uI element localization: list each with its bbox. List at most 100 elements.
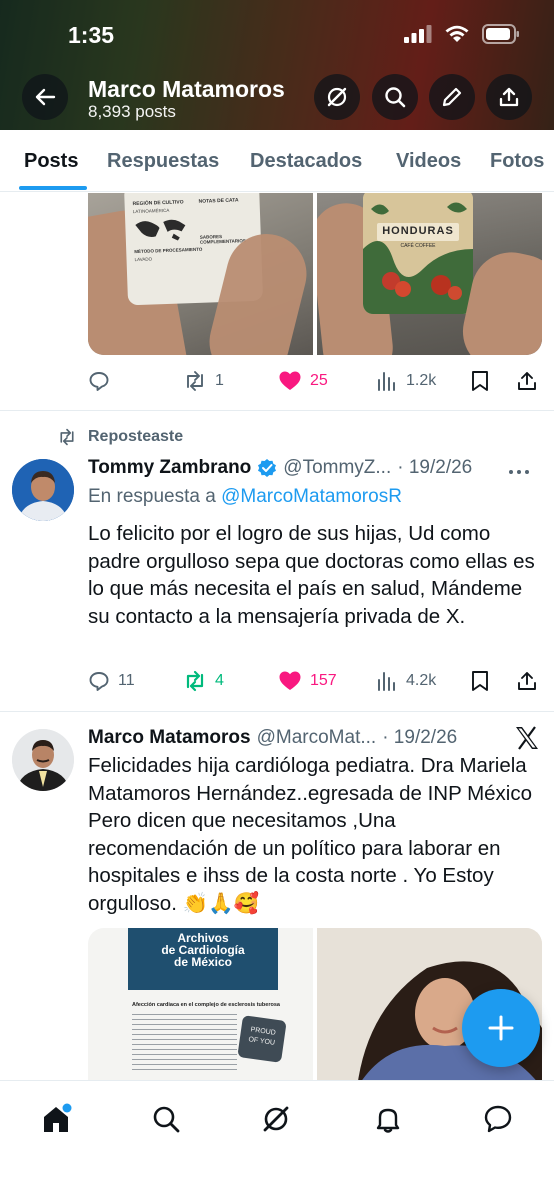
x-logo-icon bbox=[514, 726, 540, 755]
plus-icon bbox=[488, 1015, 514, 1041]
status-icons bbox=[404, 24, 520, 44]
more-horizontal-icon bbox=[509, 470, 529, 474]
proud-of-you-badge: PROUD OF YOU bbox=[237, 1015, 287, 1063]
tab-posts[interactable]: Posts bbox=[24, 150, 78, 173]
nav-notifications[interactable] bbox=[368, 1099, 408, 1139]
post-header: Tommy Zambrano @TommyZ... · 19/2/26 bbox=[88, 457, 472, 479]
tab-fotos[interactable]: Fotos bbox=[490, 150, 544, 173]
journal-article-image[interactable]: Archivos de Cardiología de México Afecci… bbox=[88, 928, 313, 1088]
grok-icon bbox=[263, 1106, 289, 1132]
post-date: · 19/2/26 bbox=[382, 727, 458, 748]
repost-button[interactable]: 4 bbox=[183, 666, 224, 696]
journal-text-lines bbox=[132, 1014, 237, 1074]
reply-mention-link[interactable]: @MarcoMatamorosR bbox=[221, 486, 402, 507]
like-button[interactable]: 25 bbox=[278, 366, 328, 396]
bookmark-button[interactable] bbox=[470, 366, 490, 396]
post-date: · 19/2/26 bbox=[397, 457, 473, 478]
bar-chart-icon bbox=[378, 672, 395, 691]
post-actions: 1 25 1.2k bbox=[88, 366, 542, 396]
repost-button[interactable]: 1 bbox=[183, 366, 224, 396]
grok-button[interactable] bbox=[314, 74, 360, 120]
views-count: 4.2k bbox=[406, 672, 437, 689]
nav-grok[interactable] bbox=[256, 1099, 296, 1139]
post-text: Felicidades hija cardióloga pediatra. Dr… bbox=[88, 754, 533, 915]
share-icon bbox=[499, 87, 519, 107]
like-count: 157 bbox=[310, 672, 337, 689]
back-button[interactable] bbox=[22, 74, 68, 120]
wifi-icon bbox=[445, 25, 469, 42]
views-button[interactable]: 1.2k bbox=[376, 366, 436, 396]
like-button[interactable]: 157 bbox=[278, 666, 337, 696]
search-button[interactable] bbox=[372, 74, 418, 120]
reply-button[interactable] bbox=[88, 366, 118, 396]
repost-indicator: Reposteaste bbox=[56, 428, 183, 446]
views-button[interactable]: 4.2k bbox=[376, 666, 436, 696]
profile-header: 1:35 Marco Matamoros 8,393 posts bbox=[0, 0, 554, 130]
avatar[interactable] bbox=[12, 459, 74, 521]
repost-label-text: Reposteaste bbox=[88, 428, 184, 445]
edit-button[interactable] bbox=[429, 74, 475, 120]
avatar-portrait-icon bbox=[12, 729, 74, 791]
honduras-coffee-card-image[interactable]: HONDURAS CAFÉ COFFEE bbox=[317, 193, 542, 355]
battery-icon bbox=[482, 24, 519, 44]
more-options-button[interactable] bbox=[508, 463, 530, 481]
world-map-icon bbox=[133, 215, 192, 243]
author-name[interactable]: Marco Matamoros bbox=[88, 727, 251, 749]
tab-destacados[interactable]: Destacados bbox=[250, 150, 362, 173]
post-divider bbox=[0, 410, 554, 411]
post-actions: 11 4 157 4.2k bbox=[88, 666, 542, 696]
tab-videos[interactable]: Videos bbox=[396, 150, 461, 173]
floral-pattern-icon bbox=[363, 193, 473, 314]
reply-context: En respuesta a @MarcoMatamorosR bbox=[88, 486, 402, 508]
card-text: MÉTODO DE PROCESAMIENTO bbox=[134, 246, 203, 255]
bell-icon bbox=[376, 1108, 400, 1133]
cellular-signal-icon bbox=[404, 25, 432, 43]
honduras-card-title: HONDURAS bbox=[382, 225, 454, 237]
repost-icon bbox=[60, 428, 74, 446]
journal-title-line: de México bbox=[173, 955, 233, 969]
bottom-navigation bbox=[0, 1080, 554, 1199]
bookmark-icon bbox=[472, 671, 488, 691]
card-text: NOTAS DE CATA bbox=[198, 197, 239, 205]
compose-post-button[interactable] bbox=[462, 989, 540, 1067]
tab-respuestas[interactable]: Respuestas bbox=[107, 150, 219, 173]
avatar[interactable] bbox=[12, 729, 74, 791]
journal-title: Archivos de Cardiología de México bbox=[128, 932, 278, 968]
journal-masthead: Archivos de Cardiología de México bbox=[128, 928, 278, 990]
card-text: LATINOAMÉRICA bbox=[132, 207, 170, 215]
honduras-card: HONDURAS CAFÉ COFFEE bbox=[363, 193, 473, 314]
post-media-grid[interactable]: REGIÓN DE CULTIVO LATINOAMÉRICA NOTAS DE… bbox=[88, 193, 542, 355]
home-filled-icon bbox=[44, 1103, 72, 1132]
reply-button[interactable]: 11 bbox=[88, 666, 135, 696]
card-text: REGIÓN DE CULTIVO bbox=[132, 199, 184, 208]
post-share-button[interactable] bbox=[516, 366, 538, 396]
share-icon bbox=[518, 672, 536, 690]
author-handle: @TommyZ... bbox=[283, 457, 392, 478]
post-divider bbox=[0, 711, 554, 712]
bookmark-button[interactable] bbox=[470, 666, 490, 696]
repost-icon bbox=[187, 371, 203, 391]
heart-filled-icon bbox=[279, 371, 301, 390]
status-time: 1:35 bbox=[68, 22, 115, 48]
coffee-card-map-image[interactable]: REGIÓN DE CULTIVO LATINOAMÉRICA NOTAS DE… bbox=[88, 193, 313, 355]
author-name[interactable]: Tommy Zambrano bbox=[88, 457, 251, 479]
post-text: Lo felicito por el logro de sus hijas, U… bbox=[88, 522, 535, 628]
nav-search[interactable] bbox=[146, 1099, 186, 1139]
reply-icon bbox=[89, 672, 109, 691]
author-handle: @MarcoMat... bbox=[256, 727, 377, 748]
bar-chart-icon bbox=[378, 372, 395, 391]
active-tab-indicator bbox=[19, 186, 87, 190]
arrow-left-icon bbox=[35, 88, 56, 106]
search-icon bbox=[385, 87, 406, 108]
like-count: 25 bbox=[310, 372, 328, 389]
profile-tabs: Posts Respuestas Destacados Videos Fotos bbox=[0, 130, 554, 192]
status-bar: 1:35 bbox=[0, 0, 554, 70]
repost-count: 4 bbox=[215, 672, 224, 689]
nav-messages[interactable] bbox=[478, 1099, 518, 1139]
post-share-button[interactable] bbox=[516, 666, 538, 696]
search-icon bbox=[153, 1106, 180, 1133]
grok-icon bbox=[327, 87, 347, 107]
nav-home[interactable] bbox=[36, 1099, 76, 1139]
reply-icon bbox=[89, 372, 109, 391]
share-button[interactable] bbox=[486, 74, 532, 120]
